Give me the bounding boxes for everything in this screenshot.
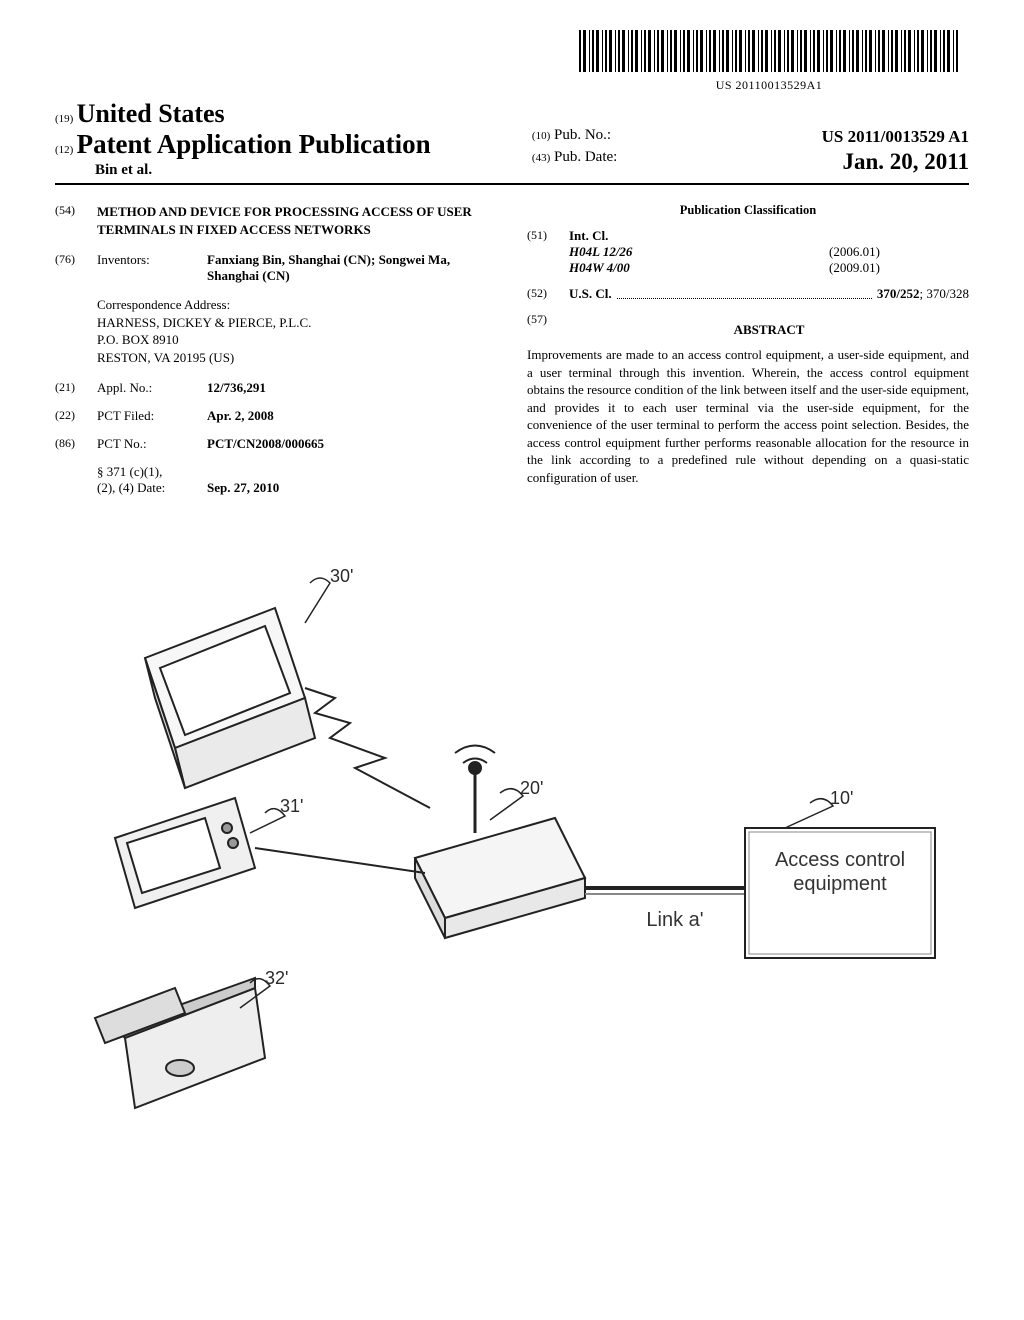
- link-cable: [585, 888, 745, 894]
- pctno-code: (86): [55, 436, 97, 452]
- label-32: 32': [265, 968, 288, 989]
- uscl-bold: 370/252: [877, 286, 920, 301]
- zigzag-line: [305, 688, 430, 808]
- ref-19: (19): [55, 113, 73, 125]
- pub-no-label: Pub. No.:: [554, 127, 611, 143]
- inventors-value: Fanxiang Bin, Shanghai (CN); Songwei Ma,…: [207, 252, 450, 283]
- document-header: (19) United States (12) Patent Applicati…: [55, 99, 969, 185]
- correspondence-address: Correspondence Address: HARNESS, DICKEY …: [97, 296, 497, 366]
- publication-date: Jan. 20, 2011: [842, 149, 969, 175]
- pctno-label: PCT No.:: [97, 436, 207, 452]
- inventors-code: (76): [55, 252, 97, 284]
- pctno-value: PCT/CN2008/000665: [207, 436, 324, 451]
- abstract-code: (57): [527, 312, 569, 346]
- publication-type: Patent Application Publication: [77, 129, 431, 159]
- s371-label2: (2), (4) Date:: [97, 480, 165, 495]
- corr-line3: RESTON, VA 20195 (US): [97, 349, 497, 367]
- country: United States: [77, 99, 225, 128]
- s371-value: Sep. 27, 2010: [207, 480, 279, 495]
- intcl-row0-cls: H04L 12/26: [569, 244, 632, 260]
- applno-label: Appl. No.:: [97, 380, 207, 396]
- pub-date-label: Pub. Date:: [554, 149, 617, 165]
- pctfiled-label: PCT Filed:: [97, 408, 207, 424]
- uscl-rest: ; 370/328: [920, 286, 969, 301]
- pub-class-heading: Publication Classification: [527, 203, 969, 218]
- applno-code: (21): [55, 380, 97, 396]
- corr-label: Correspondence Address:: [97, 296, 497, 314]
- ref-12: (12): [55, 144, 73, 156]
- desktop-icon: [95, 978, 265, 1108]
- intcl-code: (51): [527, 228, 569, 276]
- title-code: (54): [55, 203, 97, 238]
- pctfiled-value: Apr. 2, 2008: [207, 408, 274, 423]
- figure-svg: [55, 538, 965, 1098]
- label-box: Access control equipment: [755, 848, 925, 896]
- phone-icon: [115, 798, 255, 908]
- ref-43: (43): [532, 152, 550, 164]
- leader-20: [490, 789, 523, 820]
- authors-line: Bin et al.: [55, 162, 514, 179]
- applno-value: 12/736,291: [207, 380, 266, 395]
- corr-line2: P.O. BOX 8910: [97, 331, 497, 349]
- inventors-label: Inventors:: [97, 252, 207, 284]
- uscl-label: U.S. Cl.: [569, 286, 612, 302]
- corr-line1: HARNESS, DICKEY & PIERCE, P.L.C.: [97, 314, 497, 332]
- leader-30: [305, 578, 330, 623]
- intcl-row1-ver: (2009.01): [829, 260, 969, 276]
- label-30: 30': [330, 566, 353, 587]
- barcode-block: US 20110013529A1: [55, 30, 969, 93]
- patent-figure: 30' 31' 32' 20' 10' Link a' Access contr…: [55, 538, 969, 1098]
- invention-title: METHOD AND DEVICE FOR PROCESSING ACCESS …: [97, 203, 497, 238]
- label-10: 10': [830, 788, 853, 809]
- barcode-graphic: [579, 30, 959, 72]
- leader-10: [785, 799, 833, 828]
- publication-number: US 2011/0013529 A1: [822, 127, 969, 147]
- ref-10: (10): [532, 130, 550, 142]
- intcl-row1-cls: H04W 4/00: [569, 260, 630, 276]
- intcl-label: Int. Cl.: [569, 228, 608, 243]
- gateway-icon: [415, 746, 585, 939]
- intcl-row0-ver: (2006.01): [829, 244, 969, 260]
- uscl-code: (52): [527, 286, 569, 302]
- s371-label1: § 371 (c)(1),: [97, 464, 162, 479]
- connection-line: [255, 848, 425, 873]
- label-20: 20': [520, 778, 543, 799]
- label-link: Link a': [615, 908, 735, 932]
- abstract-heading: ABSTRACT: [569, 322, 969, 338]
- abstract-text: Improvements are made to an access contr…: [527, 346, 969, 486]
- barcode-number: US 20110013529A1: [579, 78, 959, 93]
- dotted-leader: [617, 288, 872, 299]
- label-31: 31': [280, 796, 303, 817]
- laptop-icon: [145, 608, 315, 788]
- pctfiled-code: (22): [55, 408, 97, 424]
